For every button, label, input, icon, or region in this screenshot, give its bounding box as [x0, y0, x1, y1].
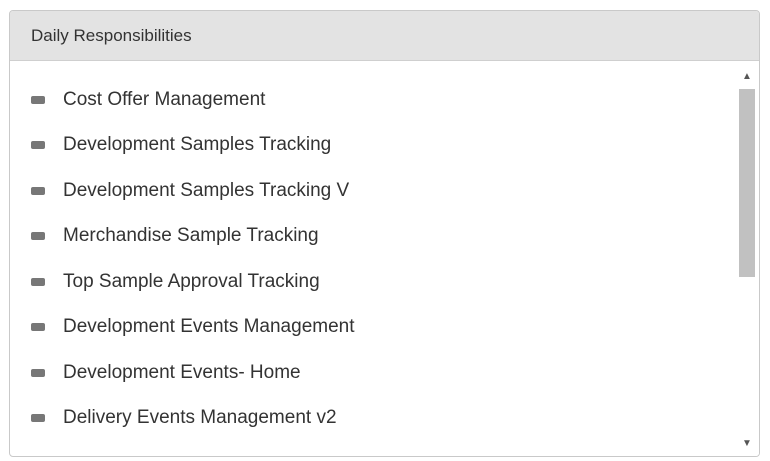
- list-item-label: Development Events- Home: [63, 361, 301, 383]
- list-item[interactable]: Development Samples Tracking: [10, 123, 735, 169]
- bullet-icon: [31, 95, 45, 104]
- panel-header: Daily Responsibilities: [10, 11, 759, 61]
- list-item-label: Development Events Management: [63, 316, 355, 338]
- bullet-icon: [31, 323, 45, 332]
- bullet-icon: [31, 232, 45, 241]
- list-item[interactable]: Delivery Events Management v2: [10, 396, 735, 442]
- list-item-label: Development Samples Tracking: [63, 134, 332, 156]
- daily-responsibilities-panel: Daily Responsibilities Cost Offer Manage…: [9, 10, 760, 457]
- scrollbar-thumb[interactable]: [739, 89, 755, 277]
- list-item[interactable]: Development Events- Home: [10, 350, 735, 396]
- list-item[interactable]: Development Events Management: [10, 305, 735, 351]
- bullet-icon: [31, 368, 45, 377]
- list-item[interactable]: Merchandise Sample Tracking: [10, 214, 735, 260]
- list-item[interactable]: Development Samples Tracking V: [10, 168, 735, 214]
- bullet-icon: [31, 414, 45, 423]
- list-item-label: Delivery Events Management v2: [63, 407, 337, 429]
- list-item[interactable]: Cost Offer Management: [10, 77, 735, 123]
- list-item-label: Merchandise Sample Tracking: [63, 225, 319, 247]
- list-item-label: Cost Offer Management: [63, 88, 266, 110]
- responsibilities-list: Cost Offer Management Development Sample…: [10, 61, 735, 456]
- bullet-icon: [31, 277, 45, 286]
- panel-title: Daily Responsibilities: [31, 25, 192, 45]
- bullet-icon: [31, 186, 45, 195]
- bullet-icon: [31, 141, 45, 150]
- scroll-down-arrow-icon[interactable]: ▼: [735, 432, 759, 454]
- panel-body: Cost Offer Management Development Sample…: [10, 61, 759, 456]
- vertical-scrollbar[interactable]: ▲ ▼: [735, 61, 759, 456]
- list-item-label: Development Samples Tracking V: [63, 179, 350, 201]
- scroll-up-arrow-icon[interactable]: ▲: [735, 65, 759, 87]
- list-item[interactable]: Top Sample Approval Tracking: [10, 259, 735, 305]
- list-item-label: Top Sample Approval Tracking: [63, 270, 320, 292]
